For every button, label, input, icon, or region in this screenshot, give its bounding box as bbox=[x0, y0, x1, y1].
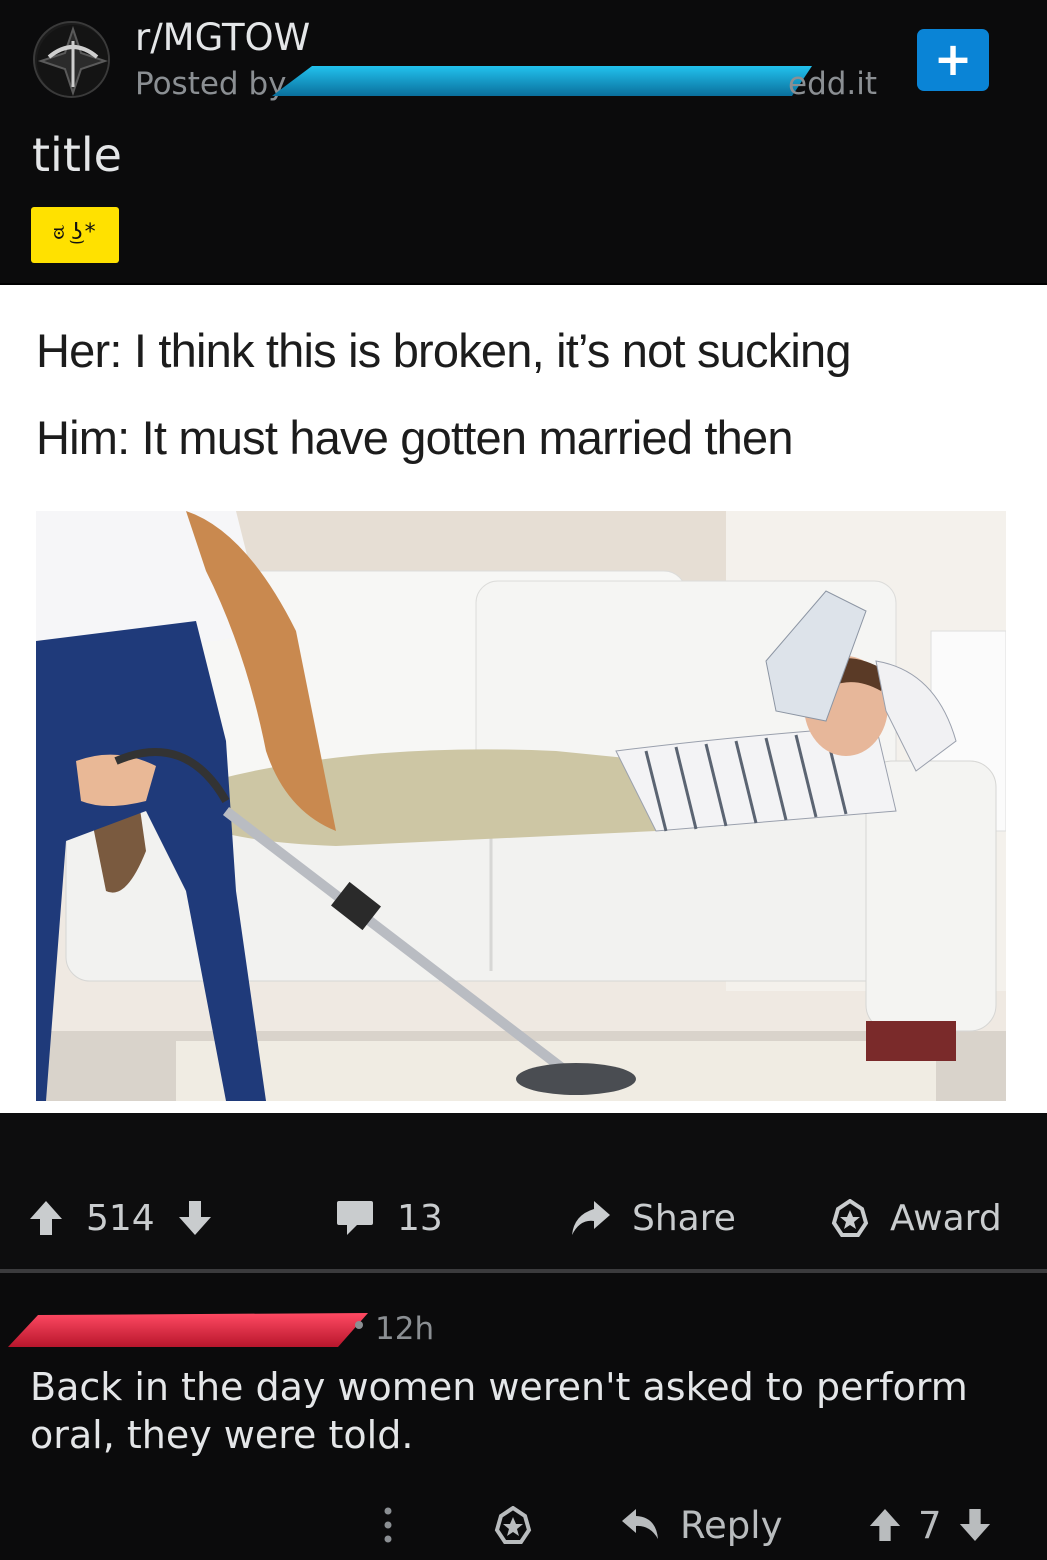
comment-vote-group: 7 bbox=[868, 1503, 992, 1547]
post-score: 514 bbox=[86, 1197, 155, 1239]
more-options-icon bbox=[384, 1507, 392, 1543]
post-image[interactable]: Her: I think this is broken, it’s not su… bbox=[0, 285, 1047, 1113]
share-label: Share bbox=[632, 1197, 736, 1239]
join-button[interactable]: + bbox=[917, 29, 989, 91]
reply-button[interactable]: Reply bbox=[620, 1503, 782, 1547]
meme-caption-line-1: Her: I think this is broken, it’s not su… bbox=[36, 324, 852, 377]
post-action-bar: 514 13 Share Award bbox=[0, 1113, 1047, 1269]
plus-icon: + bbox=[933, 32, 973, 86]
more-options-button[interactable] bbox=[380, 1503, 396, 1547]
reply-icon bbox=[622, 1509, 658, 1539]
post-flair: ಠ ͜ʖ* bbox=[31, 207, 119, 263]
award-icon bbox=[831, 1199, 869, 1237]
upvote-icon[interactable] bbox=[868, 1507, 902, 1543]
username-redaction bbox=[272, 66, 812, 96]
comment-award-button[interactable] bbox=[493, 1503, 533, 1547]
share-button[interactable]: Share bbox=[570, 1197, 736, 1239]
comment-score: 7 bbox=[918, 1503, 942, 1547]
comment-timestamp: 12h bbox=[375, 1311, 435, 1347]
comments-button[interactable]: 13 bbox=[335, 1197, 443, 1239]
award-label: Award bbox=[890, 1197, 1002, 1239]
post-title[interactable]: title bbox=[32, 128, 122, 182]
separator-dot bbox=[355, 1321, 363, 1329]
comment: 12h Back in the day women weren't asked … bbox=[0, 1273, 1047, 1560]
award-button[interactable]: Award bbox=[830, 1197, 1002, 1239]
username-domain-suffix: edd.it bbox=[788, 66, 878, 102]
award-icon bbox=[494, 1506, 532, 1544]
downvote-icon[interactable] bbox=[958, 1507, 992, 1543]
meme-caption-line-2: Him: It must have gotten married then bbox=[36, 411, 793, 464]
posted-by-label: Posted by bbox=[135, 66, 287, 102]
post-header: r/MGTOW Posted by edd.it + title ಠ ͜ʖ* bbox=[0, 0, 1047, 283]
share-icon bbox=[572, 1201, 610, 1235]
commenter-redaction bbox=[8, 1313, 368, 1347]
downvote-icon[interactable] bbox=[177, 1199, 213, 1237]
meme-photo bbox=[36, 511, 1006, 1101]
comment-count: 13 bbox=[397, 1197, 443, 1239]
subreddit-name[interactable]: r/MGTOW bbox=[135, 16, 310, 59]
upvote-icon[interactable] bbox=[28, 1199, 64, 1237]
comment-icon bbox=[337, 1201, 373, 1235]
reply-label: Reply bbox=[680, 1503, 783, 1547]
subreddit-avatar-icon[interactable] bbox=[33, 21, 110, 98]
comment-body: Back in the day women weren't asked to p… bbox=[30, 1365, 968, 1457]
post-vote-group: 514 bbox=[28, 1197, 213, 1239]
